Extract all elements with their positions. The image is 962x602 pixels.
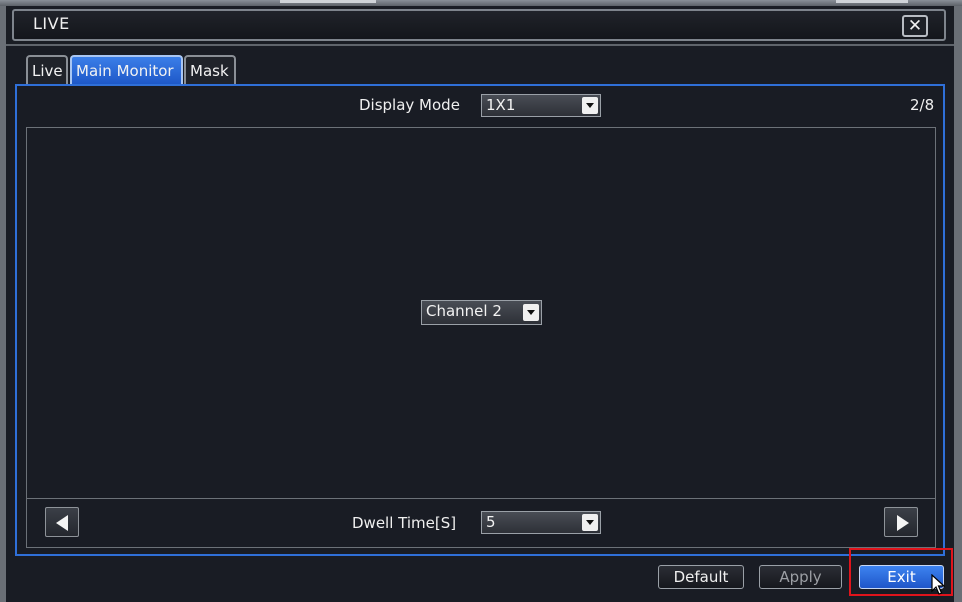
default-button[interactable]: Default — [658, 565, 744, 589]
title-bar — [12, 9, 946, 41]
next-page-button[interactable] — [884, 507, 918, 537]
channel-value: Channel 2 — [426, 302, 502, 320]
arrow-right-icon — [897, 515, 909, 531]
chevron-down-icon — [582, 97, 598, 114]
display-mode-value: 1X1 — [486, 96, 516, 114]
apply-button[interactable]: Apply — [759, 565, 842, 589]
page-indicator: 2/8 — [910, 96, 935, 114]
chevron-down-icon — [582, 514, 598, 531]
viewport-divider — [27, 498, 935, 499]
display-mode-label: Display Mode — [359, 96, 460, 114]
tab-main-monitor[interactable]: Main Monitor — [70, 55, 183, 84]
prev-page-button[interactable] — [45, 507, 79, 537]
chevron-down-icon — [523, 304, 539, 321]
close-icon: ✕ — [907, 16, 923, 36]
tab-mask[interactable]: Mask — [184, 55, 236, 84]
dwell-time-value: 5 — [486, 513, 496, 531]
arrow-left-icon — [56, 515, 68, 531]
display-mode-select[interactable]: 1X1 — [481, 94, 601, 117]
close-button[interactable]: ✕ — [902, 15, 928, 37]
mouse-cursor-icon — [931, 574, 945, 595]
background-window-strip — [0, 0, 962, 6]
dwell-time-label: Dwell Time[S] — [352, 514, 457, 532]
dwell-time-select[interactable]: 5 — [481, 511, 601, 534]
background-right-edge — [954, 6, 962, 602]
channel-select[interactable]: Channel 2 — [421, 300, 542, 325]
monitor-viewport — [26, 127, 936, 548]
tab-live[interactable]: Live — [26, 55, 68, 84]
window-title: LIVE — [33, 14, 70, 33]
